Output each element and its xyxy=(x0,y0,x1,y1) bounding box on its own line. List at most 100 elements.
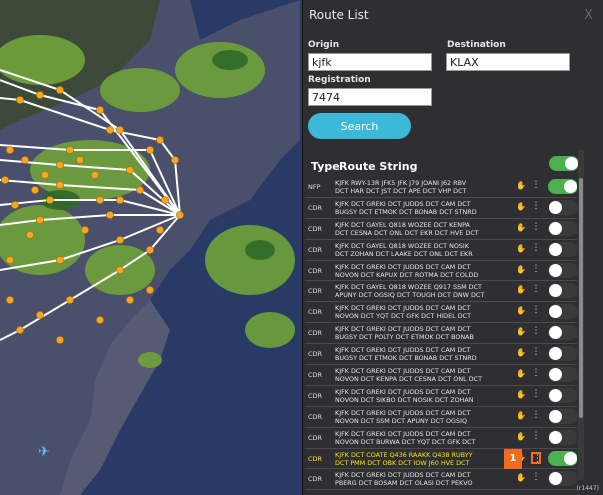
route-toggle-switch[interactable] xyxy=(548,450,577,466)
route-row[interactable]: CDR KJFK DCT GREKI DCT JUDDS DCT CAM DCT N… xyxy=(305,386,577,407)
waypoint-marker xyxy=(21,156,29,164)
more-vertical-icon[interactable]: ⋮ xyxy=(531,431,541,443)
route-toggle-switch[interactable] xyxy=(548,283,577,299)
waypoint-marker xyxy=(6,296,14,304)
route-toggle-switch[interactable] xyxy=(548,325,577,341)
route-row[interactable]: CDR KJFK DCT GREKI DCT JUDDS DCT CAM DCT N… xyxy=(305,302,577,324)
waypoint-marker xyxy=(106,126,114,134)
more-vertical-icon[interactable]: ⋮ xyxy=(531,389,541,401)
route-row[interactable]: CDR KJFK DCT GREKI DCT JUDDS DCT CAM DCT N… xyxy=(305,407,577,428)
waypoint-marker xyxy=(76,156,84,164)
more-vertical-icon[interactable]: ⋮ xyxy=(531,347,541,359)
route-toggle-switch[interactable] xyxy=(548,429,577,445)
waypoint-marker xyxy=(126,166,134,174)
route-string-line1: KJFK DCT GREKI DCT JUDDS DCT CAM DCT xyxy=(335,387,471,396)
route-string-line1: KJFK DCT GREKI DCT JUDDS DCT CAM DCT xyxy=(335,346,471,355)
hand-icon[interactable]: ✋ xyxy=(516,265,526,275)
route-string-line2: NOVON DCT YQT DCT GFK DCT HIDEL DCT xyxy=(335,312,472,321)
more-vertical-icon[interactable]: ⋮ xyxy=(531,472,541,484)
hand-icon[interactable]: ✋ xyxy=(516,202,526,212)
route-type: CDR xyxy=(308,203,323,212)
route-toggle-switch[interactable] xyxy=(548,241,577,257)
waypoint-marker xyxy=(66,146,74,154)
route-toggle-switch[interactable] xyxy=(548,408,577,424)
search-button[interactable]: Search xyxy=(308,113,411,139)
more-vertical-icon[interactable]: ⋮ xyxy=(531,222,541,234)
route-type: CDR xyxy=(308,350,323,359)
scrollbar-thumb[interactable] xyxy=(579,178,583,418)
route-row[interactable]: CDR KJFK DCT GAYEL Q818 WOZEE DCT KENPA DC… xyxy=(305,219,577,240)
more-vertical-icon[interactable]: ⋮ xyxy=(531,368,541,380)
destination-input[interactable] xyxy=(446,53,570,71)
route-row[interactable]: CDR KJFK DCT GAYEL Q818 WOZEE Q917 SSM DC… xyxy=(305,281,577,303)
waypoint-marker xyxy=(36,216,44,224)
waypoint-marker xyxy=(116,236,124,244)
more-vertical-icon[interactable]: ⋮ xyxy=(531,201,541,213)
more-vertical-icon[interactable]: ⋮ xyxy=(531,305,541,317)
waypoint-marker xyxy=(46,196,54,204)
route-string: KJFK DCT GREKI DCT JUDDS DCT CAM DCT BUGS… xyxy=(335,325,511,341)
more-vertical-icon[interactable]: ⋮ xyxy=(531,326,541,338)
waypoint-marker xyxy=(146,146,154,154)
hand-icon[interactable]: ✋ xyxy=(516,327,526,337)
map-view[interactable]: ✈ xyxy=(0,0,302,495)
route-toggle-switch[interactable] xyxy=(548,179,577,194)
waypoint-marker xyxy=(106,211,114,219)
route-string-line2: PBERG DCT BOSAM DCT OLASI DCT PEKVO xyxy=(335,479,473,488)
route-row[interactable]: CDR KJFK DCT GREKI DCT JUDDS DCT CAM DCT B… xyxy=(305,323,577,345)
registration-input[interactable] xyxy=(308,88,432,106)
hand-icon[interactable]: ✋ xyxy=(516,473,526,483)
waypoint-marker xyxy=(146,286,154,294)
toggle-all-switch[interactable] xyxy=(549,156,579,171)
close-icon[interactable]: X xyxy=(584,8,593,23)
route-toggle-switch[interactable] xyxy=(548,346,577,362)
registration-label: Registration xyxy=(308,75,371,85)
route-row[interactable]: CDR KJFK DCT GAYEL Q818 WOZEE DCT NOSIK DC… xyxy=(305,240,577,261)
type-column-header: Type xyxy=(311,160,340,173)
more-vertical-icon[interactable]: ⋮ xyxy=(531,264,541,276)
route-toggle-switch[interactable] xyxy=(548,220,577,236)
more-vertical-icon[interactable]: ⋮ xyxy=(531,243,541,255)
hand-icon[interactable]: ✋ xyxy=(516,432,526,442)
route-toggle-switch[interactable] xyxy=(548,262,577,278)
waypoint-marker xyxy=(116,266,124,274)
hand-icon[interactable]: ✋ xyxy=(516,306,526,316)
hand-icon[interactable]: ✋ xyxy=(516,411,526,421)
route-row[interactable]: CDR KJFK DCT GREKI DCT JUDDS DCT CAM DCT N… xyxy=(305,365,577,386)
route-row[interactable]: CDR KJFK DCT GREKI DCT JUDDS DCT CAM DCT N… xyxy=(305,428,577,449)
route-toggle-switch[interactable] xyxy=(548,199,577,215)
more-vertical-icon[interactable]: ⋮ xyxy=(531,410,541,422)
origin-input[interactable] xyxy=(308,53,432,71)
more-vertical-icon[interactable]: ⋮ xyxy=(531,284,541,296)
waypoint-marker xyxy=(171,156,179,164)
route-row[interactable]: CDR KJFK DCT GREKI DCT JUDDS DCT CAM DCT B… xyxy=(305,198,577,219)
route-row[interactable]: CDR KJFK DCT GREKI DCT JUDDS DCT CAM DCT B… xyxy=(305,344,577,366)
hand-icon[interactable]: ✋ xyxy=(516,244,526,254)
hand-icon[interactable]: ✋ xyxy=(516,390,526,400)
route-string-line2: DCT PMM DCT OBK DCT IOW J60 HVE DCT xyxy=(335,458,470,467)
route-string: KJFK DCT GREKI DCT JUDDS DCT CAM DCT NOVO… xyxy=(335,409,511,425)
airplane-icon[interactable]: ✈ xyxy=(38,444,50,460)
more-vertical-icon[interactable]: ⋮ xyxy=(531,451,542,464)
route-string-line2: DCT CESNA DCT ONL DCT EKR DCT HVE DCT xyxy=(335,228,479,237)
route-string-line2: NOVON DCT SSM DCT APUNY DCT OGSIQ xyxy=(335,416,467,425)
hand-icon[interactable]: ✋ xyxy=(516,369,526,379)
route-row[interactable]: NFP KJFK RWY-13R JFK5 JFK J79 JOANI J62 R… xyxy=(305,177,577,198)
route-row[interactable]: CDR KJFK DCT GREKI DCT JUDDS DCT CAM DCT N… xyxy=(305,261,577,282)
hand-icon[interactable]: ✋ xyxy=(516,181,526,191)
route-string-line1: KJFK DCT GREKI DCT JUDDS DCT CAM DCT xyxy=(335,471,471,480)
hand-icon[interactable]: ✋ xyxy=(516,348,526,358)
route-string-line2: NOVON DCT BURWA DCT YQT DCT GFK DCT xyxy=(335,437,476,446)
hand-icon[interactable]: ✋ xyxy=(516,223,526,233)
hand-icon[interactable]: ✋ xyxy=(516,285,526,295)
route-string-line1: KJFK DCT GREKI DCT JUDDS DCT CAM DCT xyxy=(335,367,471,376)
route-row[interactable]: CDR KJFK DCT GREKI DCT JUDDS DCT CAM DCT P… xyxy=(305,469,577,491)
destination-label: Destination xyxy=(447,40,506,50)
route-toggle-switch[interactable] xyxy=(548,304,577,320)
route-toggle-switch[interactable] xyxy=(548,387,577,403)
route-row[interactable]: CDR KJFK DCT COATE Q436 RAAKK Q438 RUBYY D… xyxy=(305,448,577,470)
route-toggle-switch[interactable] xyxy=(548,471,577,487)
route-type: CDR xyxy=(308,454,323,463)
route-toggle-switch[interactable] xyxy=(548,367,577,383)
more-vertical-icon[interactable]: ⋮ xyxy=(531,180,541,192)
